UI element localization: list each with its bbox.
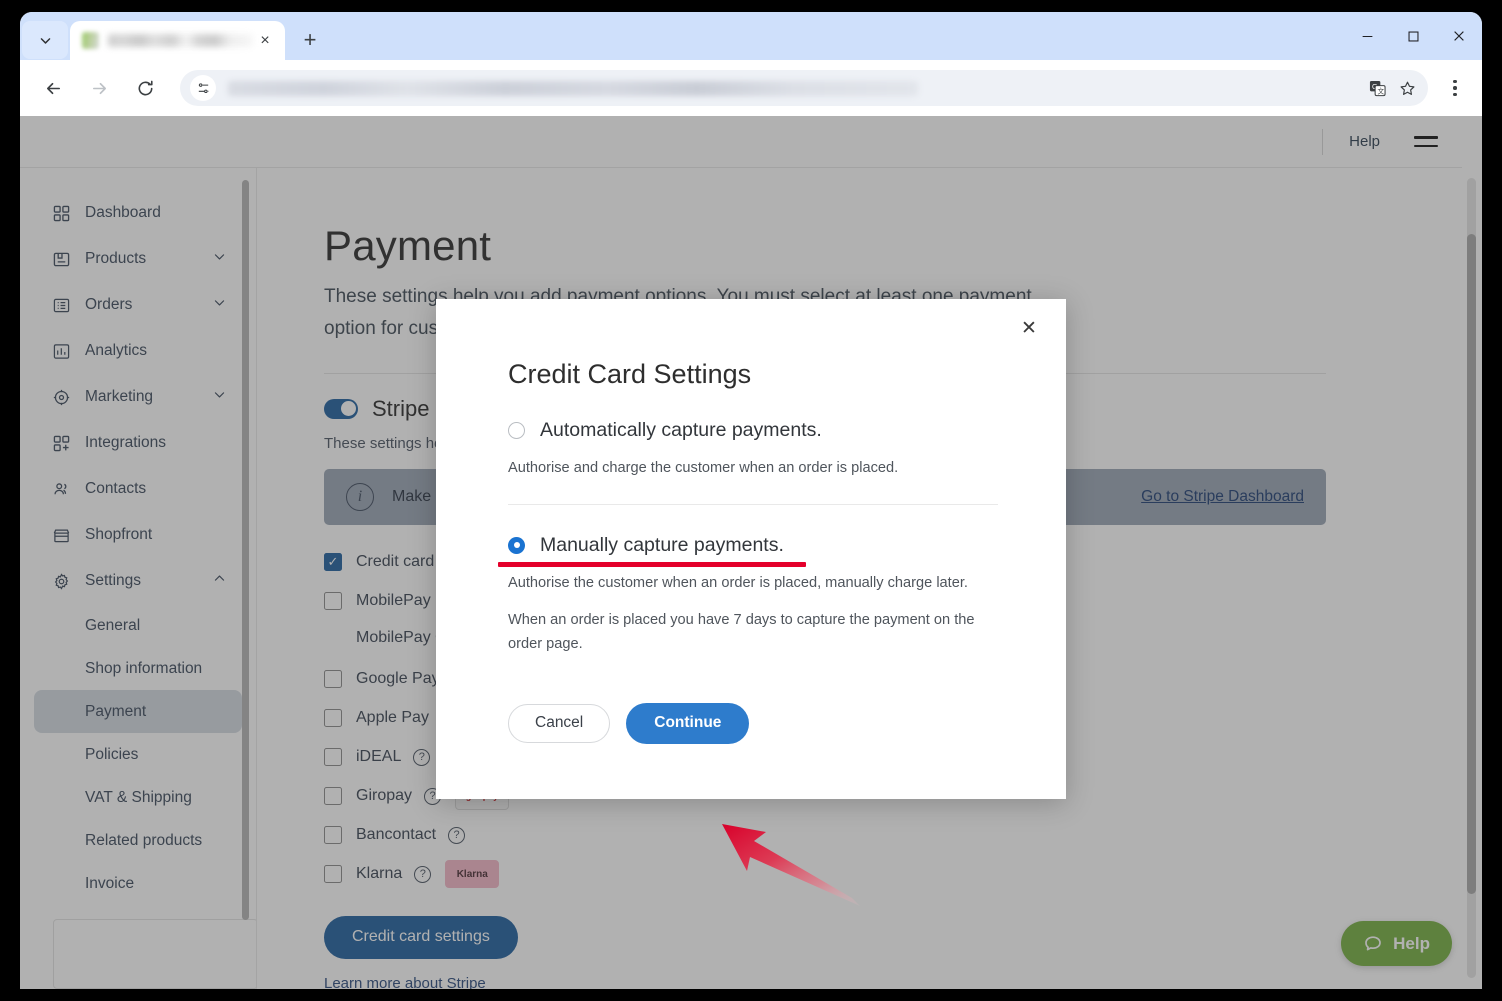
tab-search-chevron-icon[interactable]: [22, 21, 68, 59]
bookmark-star-icon[interactable]: [1392, 73, 1422, 103]
tab-favicon-icon: [82, 32, 99, 49]
url-text: [228, 80, 918, 96]
browser-tab[interactable]: ×: [70, 21, 285, 60]
modal-body: Credit Card Settings Automatically captu…: [436, 299, 1066, 744]
option-row[interactable]: Manually capture payments.: [498, 533, 1014, 567]
tab-title: [108, 34, 253, 47]
translate-icon[interactable]: G文: [1362, 73, 1392, 103]
annotation-underline: [498, 561, 806, 567]
browser-window: × + 文 Help Dashboard Products Orders Ana…: [20, 12, 1482, 989]
modal-actions: Cancel Continue: [508, 702, 1014, 744]
window-maximize-button[interactable]: [1390, 12, 1436, 60]
window-minimize-button[interactable]: [1344, 12, 1390, 60]
tab-close-icon[interactable]: ×: [253, 29, 277, 53]
option-automatic-capture[interactable]: Automatically capture payments. Authoris…: [508, 419, 1014, 481]
back-button[interactable]: [35, 70, 71, 106]
continue-button[interactable]: Continue: [626, 702, 750, 744]
modal-title: Credit Card Settings: [508, 359, 752, 389]
reload-button[interactable]: [127, 70, 163, 106]
credit-card-settings-modal: ✕ Credit Card Settings Automatically cap…: [436, 299, 1066, 799]
window-controls: [1344, 12, 1482, 60]
option-label: Manually capture payments.: [540, 533, 784, 556]
option-row[interactable]: Automatically capture payments.: [508, 419, 1014, 442]
close-icon[interactable]: ✕: [1014, 313, 1044, 343]
option-manual-capture[interactable]: Manually capture payments. Authorise the…: [498, 533, 1014, 657]
svg-text:文: 文: [1377, 86, 1384, 95]
option-description: Authorise the customer when an order is …: [508, 574, 968, 591]
window-close-button[interactable]: [1436, 12, 1482, 60]
option-label: Automatically capture payments.: [540, 419, 822, 441]
address-bar[interactable]: G文: [180, 70, 1428, 106]
radio-selected-icon[interactable]: [508, 536, 525, 554]
radio-unselected-icon[interactable]: [508, 422, 525, 439]
option-description: Authorise and charge the customer when a…: [508, 460, 899, 476]
forward-button[interactable]: [81, 70, 117, 106]
cancel-button[interactable]: Cancel: [508, 703, 611, 743]
option-description-secondary: When an order is placed you have 7 days …: [508, 612, 975, 652]
page-viewport: Help Dashboard Products Orders Analytics…: [20, 116, 1482, 989]
modal-divider: [508, 503, 998, 505]
browser-tab-strip: × +: [20, 12, 1482, 60]
site-settings-icon[interactable]: [190, 75, 216, 101]
new-tab-button[interactable]: +: [293, 23, 327, 57]
browser-toolbar: G文: [20, 60, 1482, 116]
browser-menu-icon[interactable]: [1438, 71, 1472, 105]
omnibox-actions: G文: [1362, 70, 1422, 106]
